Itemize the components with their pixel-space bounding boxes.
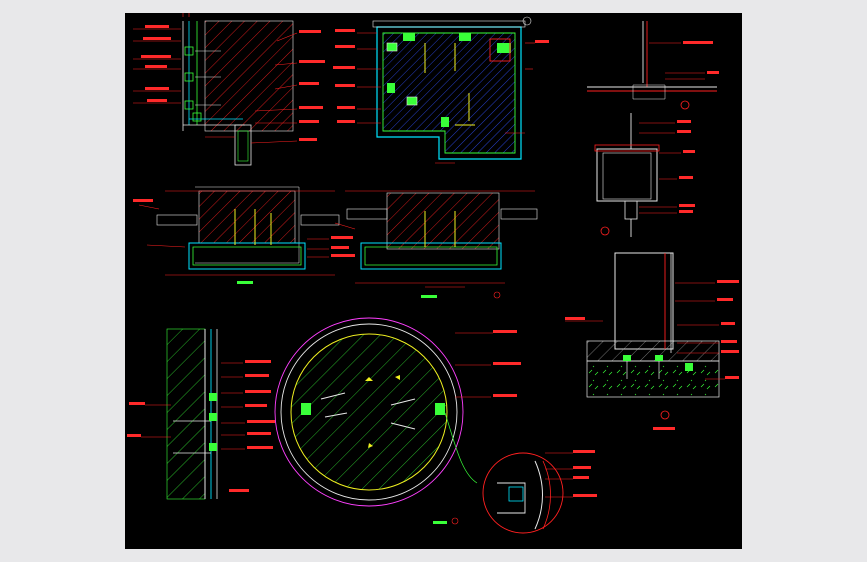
parapet-profile-detail bbox=[587, 21, 719, 110]
horizontal-section-center bbox=[334, 190, 538, 299]
horizontal-section-left bbox=[133, 186, 355, 284]
corner-joint-detail bbox=[133, 13, 325, 166]
vertical-mullion-detail bbox=[594, 113, 695, 237]
section-marker-icon bbox=[451, 517, 459, 525]
circular-column-enlarged-callout bbox=[482, 450, 597, 534]
callout-circle-icon bbox=[680, 100, 690, 110]
column-section-detail bbox=[333, 16, 549, 164]
cad-drawing-sheet bbox=[127, 13, 739, 534]
section-marker-icon bbox=[493, 291, 501, 299]
base-footing-section bbox=[565, 252, 739, 430]
circular-column-plan bbox=[274, 317, 521, 525]
wall-cladding-section bbox=[127, 328, 275, 500]
callout-circle-icon bbox=[660, 410, 670, 420]
callout-circle-icon bbox=[600, 226, 610, 236]
cad-viewport[interactable] bbox=[125, 13, 742, 549]
